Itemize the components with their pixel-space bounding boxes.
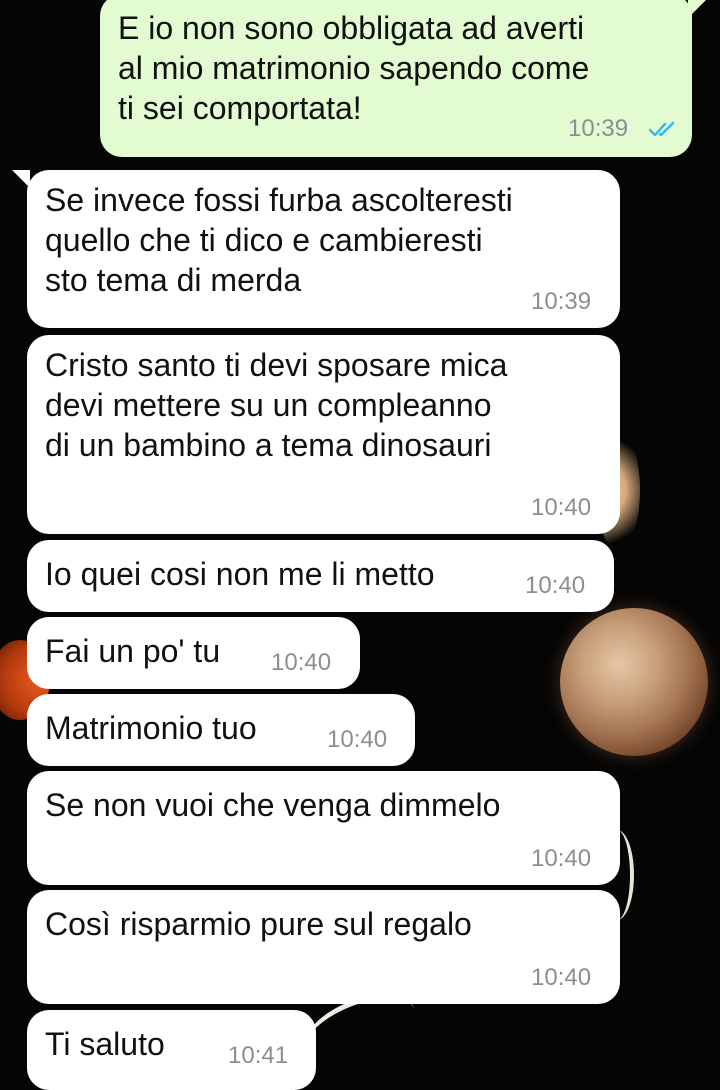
message-bubble-outgoing[interactable]: E io non sono obbligata ad averti al mio…	[100, 0, 692, 157]
message-text: E io non sono obbligata ad averti al mio…	[118, 10, 590, 126]
message-text: Fai un po' tu	[45, 633, 221, 669]
message-bubble-incoming[interactable]: Cristo santo ti devi sposare mica devi m…	[27, 335, 620, 534]
message-text: Cristo santo ti devi sposare mica devi m…	[45, 347, 508, 463]
message-timestamp: 10:41	[228, 1042, 289, 1069]
message-bubble-incoming[interactable]: Se non vuoi che venga dimmelo 10:40	[27, 771, 620, 885]
message-timestamp: 10:39	[531, 288, 592, 315]
message-text: Matrimonio tuo	[45, 710, 257, 746]
message-timestamp: 10:40	[271, 649, 332, 676]
message-text: Io quei cosi non me li metto	[45, 556, 435, 592]
message-bubble-incoming[interactable]: Io quei cosi non me li metto 10:40	[27, 540, 614, 612]
message-bubble-incoming[interactable]: Fai un po' tu 10:40	[27, 617, 360, 689]
message-text: Se invece fossi furba ascolteresti quell…	[45, 182, 513, 298]
message-bubble-incoming[interactable]: Matrimonio tuo 10:40	[27, 694, 415, 766]
moon-image	[560, 608, 708, 756]
message-timestamp: 10:39	[568, 115, 629, 142]
message-bubble-incoming[interactable]: Se invece fossi furba ascolteresti quell…	[27, 170, 620, 328]
message-timestamp: 10:40	[531, 845, 592, 872]
message-text: Così risparmio pure sul regalo	[45, 906, 472, 942]
message-timestamp: 10:40	[327, 726, 388, 753]
message-timestamp: 10:40	[531, 494, 592, 521]
message-text: Se non vuoi che venga dimmelo	[45, 787, 501, 823]
message-bubble-incoming[interactable]: Così risparmio pure sul regalo 10:40	[27, 890, 620, 1004]
double-check-icon	[648, 121, 675, 137]
message-bubble-incoming[interactable]: Ti saluto 10:41	[27, 1010, 316, 1090]
message-timestamp: 10:40	[531, 964, 592, 991]
message-timestamp: 10:40	[525, 572, 586, 599]
message-text: Ti saluto	[45, 1026, 165, 1062]
